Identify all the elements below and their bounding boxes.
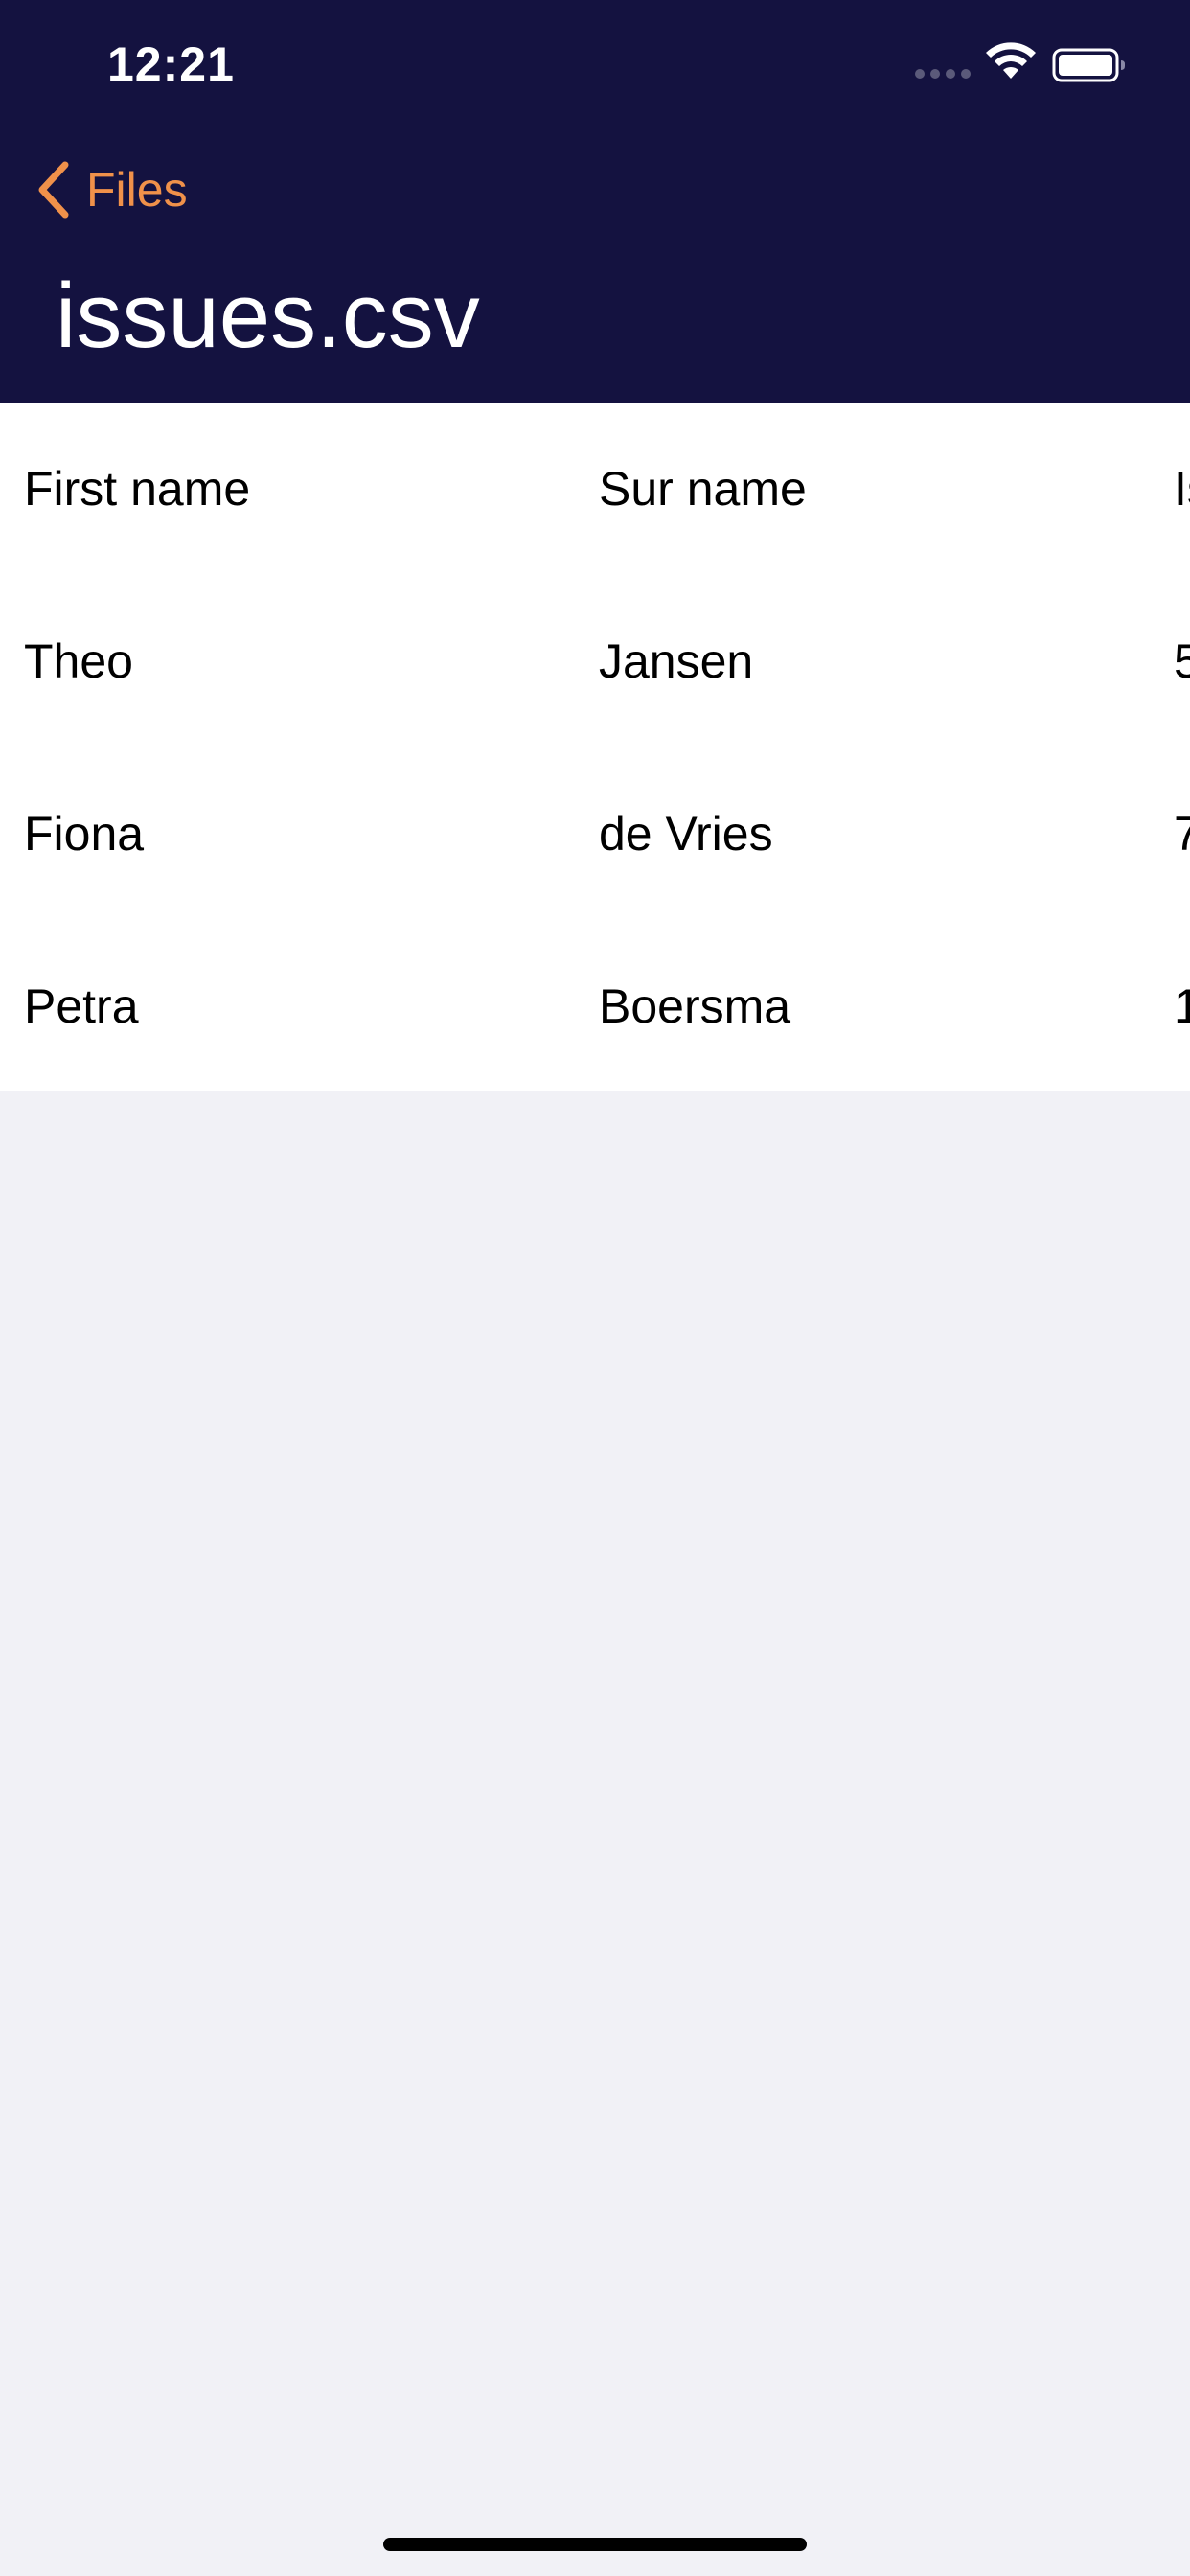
cellular-signal-icon <box>915 69 973 80</box>
back-button[interactable]: Files <box>33 153 188 226</box>
page-title: issues.csv <box>56 264 480 367</box>
back-button-label: Files <box>86 163 188 217</box>
table-cell: Fiona <box>24 807 145 861</box>
table-cell: Petra <box>24 979 139 1033</box>
column-header: Is <box>1174 462 1190 516</box>
csv-table: First name Sur name Is Theo Jansen 5 Fio… <box>0 402 1190 1091</box>
table-cell: 5 <box>1174 634 1190 688</box>
table-cell: Jansen <box>599 634 754 688</box>
column-header: First name <box>24 462 251 516</box>
table-row: Fiona de Vries 7 <box>0 748 1190 920</box>
table-cell: Theo <box>24 634 133 688</box>
navigation-header: 12:21 Files issues.csv <box>0 0 1190 402</box>
table-row: Petra Boersma 1 <box>0 920 1190 1091</box>
home-indicator[interactable] <box>383 2538 807 2551</box>
table-header-row: First name Sur name Is <box>0 402 1190 575</box>
battery-icon <box>1052 48 1125 82</box>
table-cell: 1 <box>1174 979 1190 1033</box>
table-cell: 7 <box>1174 807 1190 861</box>
table-cell: de Vries <box>599 807 773 861</box>
table-row: Theo Jansen 5 <box>0 575 1190 748</box>
table-cell: Boersma <box>599 979 791 1033</box>
wifi-icon <box>986 42 1036 79</box>
status-bar: 12:21 <box>0 0 1190 126</box>
status-time: 12:21 <box>107 37 235 91</box>
column-header: Sur name <box>599 462 807 516</box>
chevron-left-icon <box>38 161 69 218</box>
